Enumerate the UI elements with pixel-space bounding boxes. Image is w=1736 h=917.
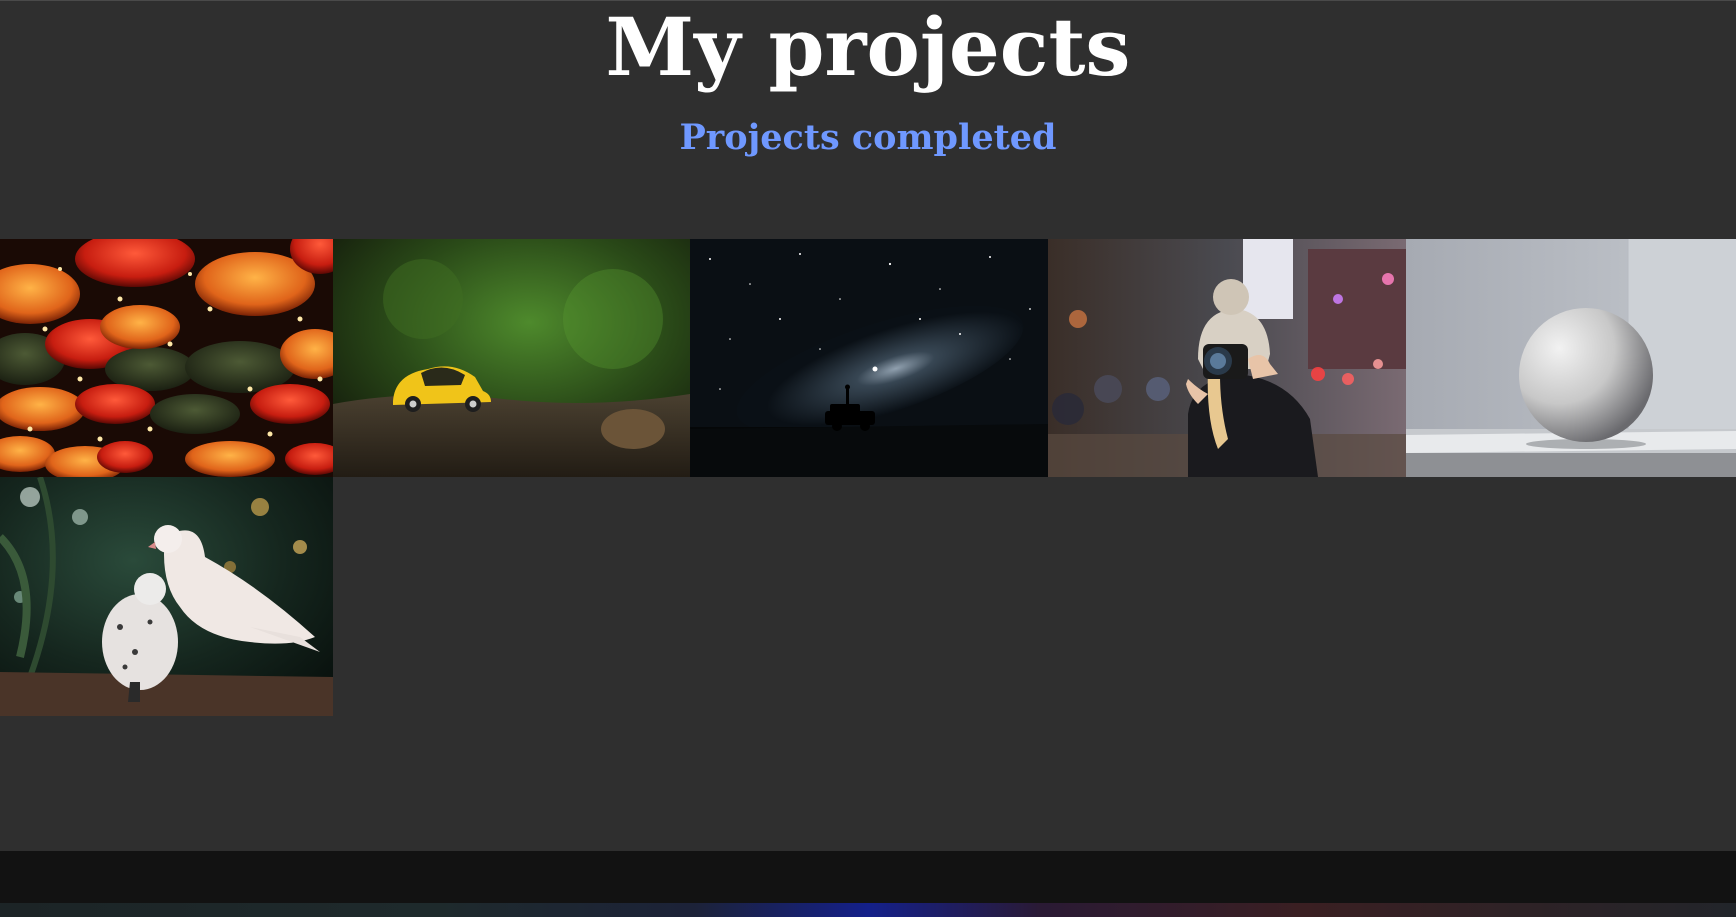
- doves-photo: [0, 477, 333, 716]
- gallery-item-doves[interactable]: [0, 477, 333, 716]
- page-subtitle: Projects completed: [679, 117, 1057, 158]
- umbrellas-photo: [0, 239, 333, 477]
- night-sky-photo: [690, 239, 1048, 477]
- gallery-item-yellow-car[interactable]: [333, 239, 690, 477]
- yellow-car-photo: [333, 239, 690, 477]
- gallery-item-photographer[interactable]: [1048, 239, 1406, 477]
- sphere-photo: [1406, 239, 1736, 477]
- project-gallery: [0, 239, 1736, 716]
- footer-bar: [0, 851, 1736, 903]
- gallery-item-night-sky[interactable]: [690, 239, 1048, 477]
- page-title: My projects: [605, 0, 1131, 94]
- page: My projects Projects completed: [0, 0, 1736, 917]
- gallery-item-umbrellas[interactable]: [0, 239, 333, 477]
- footer-gradient-strip: [0, 903, 1736, 917]
- photographer-photo: [1048, 239, 1406, 477]
- gallery-item-sphere[interactable]: [1406, 239, 1736, 477]
